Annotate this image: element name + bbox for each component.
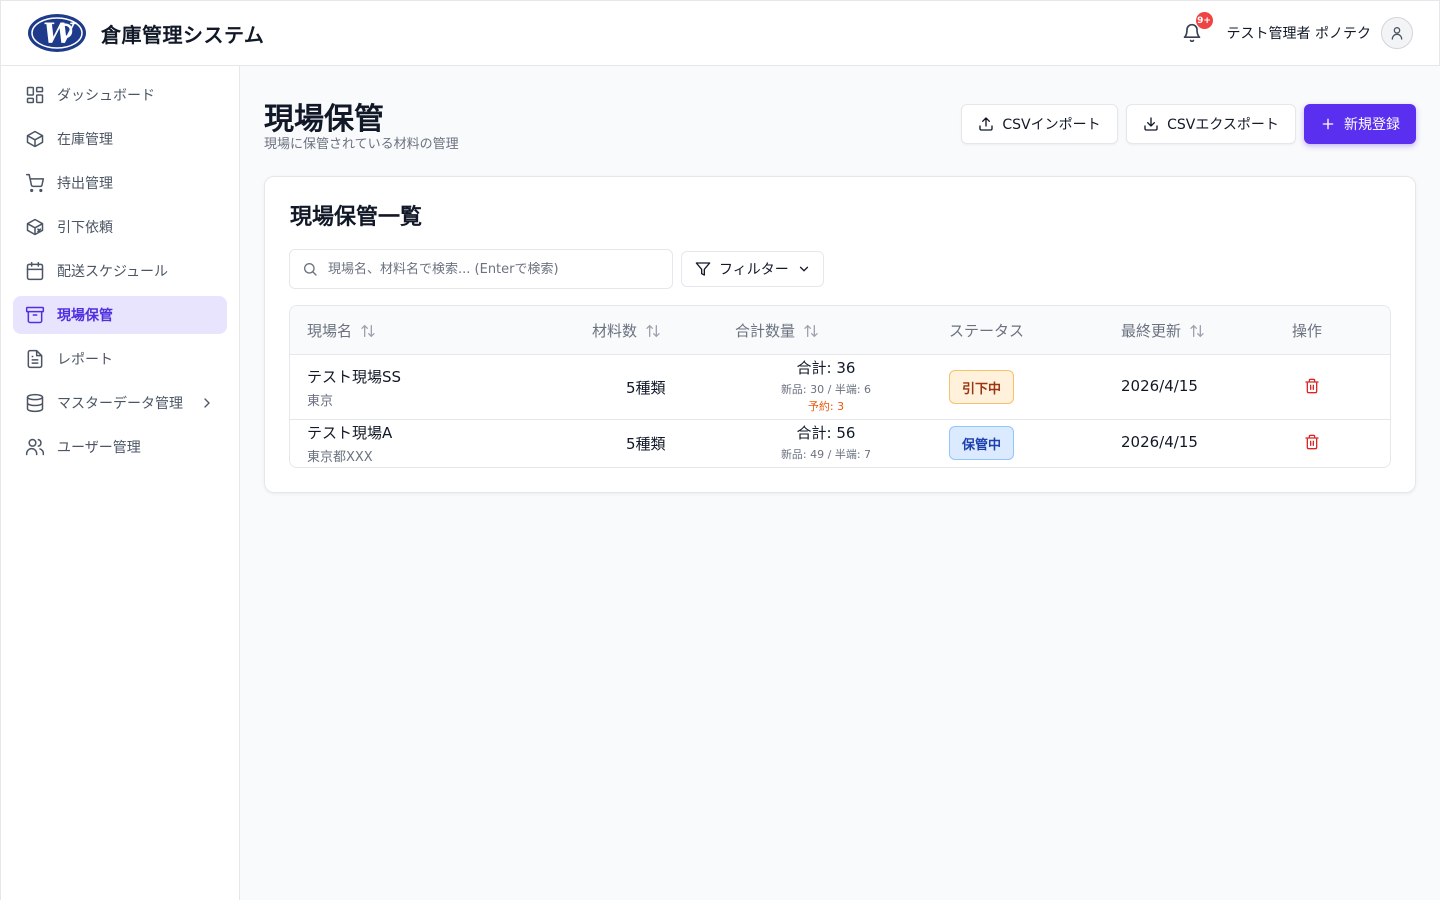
table-header: 現場名 材料数 合計数量 ステータス 最終更新 操作 [290,306,1390,355]
site-name: テスト現場A [307,424,393,442]
delete-button[interactable] [1304,434,1320,454]
calendar-icon [26,261,44,281]
sidebar-item-label: ユーザー管理 [57,440,141,456]
sidebar-item-delivery[interactable]: 配送スケジュール [13,252,227,290]
user-icon [1391,27,1403,40]
column-header-actions: 操作 [1292,306,1322,355]
column-header-label: ステータス [949,322,1025,340]
document-icon [27,349,43,369]
sort-icon [361,324,375,337]
column-header-label: 操作 [1292,322,1323,340]
app-title: 倉庫管理システム [101,22,265,47]
table-row[interactable]: テスト現場SS 東京 5種類 合計: 36 新品: 30 / 半端: 6 予約:… [290,355,1390,420]
csv-import-button[interactable]: CSVインポート [961,104,1118,144]
new-register-button[interactable]: 新規登録 [1304,104,1416,144]
trash-icon [1305,378,1319,394]
download-icon [1144,117,1158,131]
last-updated: 2026/4/15 [1121,433,1198,451]
sidebar-item-inventory[interactable]: 在庫管理 [13,120,227,158]
column-header-label: 材料数 [592,322,638,340]
column-header-status: ステータス [949,306,1024,355]
last-updated: 2026/4/15 [1121,377,1198,395]
quantity-detail: 新品: 49 / 半端: 7 [780,448,872,461]
plus-icon [1322,118,1334,130]
sidebar-item-master-data[interactable]: マスターデータ管理 [13,384,227,422]
sort-icon [1190,324,1204,337]
quantity-reserved: 予約: 3 [807,400,845,413]
user-name[interactable]: テスト管理者 ポノテク [1227,23,1371,43]
notification-button[interactable]: 9+ [1179,12,1213,46]
delete-button[interactable] [1304,378,1320,398]
chevron-down-icon [799,266,808,272]
site-storage-table: 現場名 材料数 合計数量 ステータス 最終更新 操作 テスト現場SS 東京 5種… [289,305,1391,468]
sidebar-item-checkout[interactable]: 持出管理 [13,164,227,202]
trash-icon [1305,434,1319,450]
csv-export-label: CSVエクスポート [1167,117,1279,133]
site-location: 東京都XXX [307,450,373,465]
new-register-label: 新規登録 [1344,117,1400,133]
column-header-materials[interactable]: 材料数 [592,306,661,355]
sort-icon [804,324,818,337]
notification-badge: 9+ [1195,12,1213,29]
page-subtitle: 現場に保管されている材料の管理 [264,137,459,152]
sidebar-item-label: マスターデータ管理 [57,396,183,412]
sidebar-item-label: ダッシュボード [57,88,155,104]
sidebar: ダッシュボード 在庫管理 持出管理 引下依頼 配送スケジュール 現場保管 レポー… [0,66,240,900]
csv-import-label: CSVインポート [1002,117,1101,133]
upload-icon [979,117,994,131]
table-row[interactable]: テスト現場A 東京都XXX 5種類 合計: 56 新品: 49 / 半端: 7 … [290,420,1390,467]
search-input[interactable] [328,261,658,277]
users-icon [25,438,45,456]
app-logo[interactable]: W [27,13,87,53]
sidebar-item-label: 在庫管理 [57,132,113,148]
chevron-right-icon [204,398,210,408]
database-icon [26,393,44,413]
column-header-site[interactable]: 現場名 [307,306,376,355]
filter-icon [695,262,711,276]
sidebar-item-label: 引下依頼 [57,220,113,236]
dashboard-icon [26,86,44,104]
card-title: 現場保管一覧 [290,205,423,230]
sidebar-item-dashboard[interactable]: ダッシュボード [13,76,227,114]
sidebar-item-label: 配送スケジュール [57,264,169,280]
column-header-quantity[interactable]: 合計数量 [735,306,819,355]
search-icon [304,263,317,276]
column-header-updated[interactable]: 最終更新 [1121,306,1205,355]
sidebar-item-label: 現場保管 [57,308,113,324]
sidebar-item-users[interactable]: ユーザー管理 [13,428,227,466]
quantity-total: 合計: 56 [796,424,856,442]
filter-dropdown[interactable]: フィルター [681,251,824,287]
sidebar-item-label: レポート [57,352,113,368]
column-header-label: 現場名 [307,322,353,340]
csv-export-button[interactable]: CSVエクスポート [1126,104,1296,144]
quantity-total: 合計: 36 [796,359,856,377]
status-badge: 引下中 [949,370,1015,404]
filter-label: フィルター [719,262,789,278]
sidebar-item-pullback[interactable]: 引下依頼 [13,208,227,246]
site-location: 東京 [307,394,334,409]
cart-icon [25,173,45,193]
box-icon [26,130,44,148]
sidebar-item-report[interactable]: レポート [13,340,227,378]
material-count: 5種類 [626,435,666,453]
sort-icon [646,324,660,337]
site-name: テスト現場SS [307,368,402,386]
avatar[interactable] [1381,17,1413,49]
search-box [289,249,673,289]
page-title: 現場保管 [264,102,384,137]
package-return-icon [26,218,44,236]
status-badge: 保管中 [949,426,1015,460]
top-header: W 倉庫管理システム 9+ テスト管理者 ポノテク [0,0,1440,66]
column-header-label: 合計数量 [735,322,796,340]
column-header-label: 最終更新 [1121,322,1182,340]
sidebar-item-site-storage[interactable]: 現場保管 [13,296,227,334]
sidebar-item-label: 持出管理 [57,176,113,192]
site-storage-card: 現場保管一覧 フィルター 現場名 材料数 合計数量 [264,176,1416,493]
archive-icon [25,306,45,324]
material-count: 5種類 [626,379,666,397]
quantity-detail: 新品: 30 / 半端: 6 [780,383,872,396]
main-content: 現場保管 現場に保管されている材料の管理 CSVインポート CSVエクスポート … [240,66,1440,900]
